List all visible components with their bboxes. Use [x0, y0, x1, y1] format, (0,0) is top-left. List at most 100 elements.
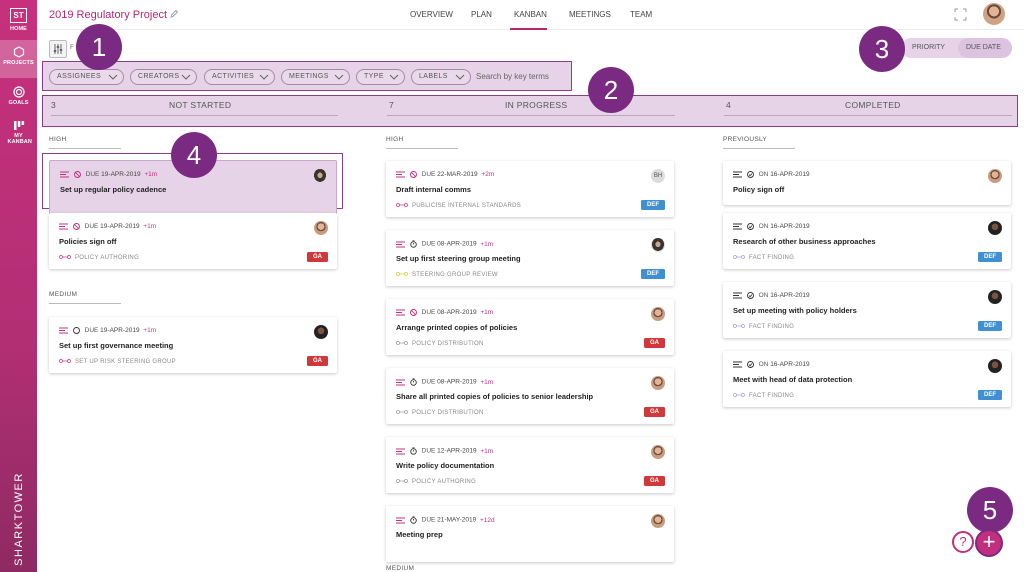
task-card[interactable]: DUE 12-APR-2019 +1m Write policy documen…: [386, 437, 674, 493]
assignee-avatar[interactable]: [651, 307, 665, 321]
group-label-medium: MEDIUM: [386, 565, 415, 572]
fullscreen-icon[interactable]: [954, 8, 967, 21]
sort-priority-option[interactable]: PRIORITY: [912, 44, 945, 51]
active-tab-indicator: [510, 28, 547, 30]
blocked-icon: [73, 171, 81, 178]
filter-toggle-button[interactable]: [49, 40, 67, 58]
priority-high-icon: [59, 327, 68, 334]
assignee-avatar[interactable]: [651, 376, 665, 390]
task-card[interactable]: DUE 08-APR-2019 +1m Set up first steerin…: [386, 230, 674, 286]
label-badge[interactable]: DEF: [978, 390, 1002, 400]
link-icon: [396, 410, 408, 415]
label-badge[interactable]: DEF: [641, 269, 665, 279]
sidebar-item-label: PROJECTS: [3, 60, 34, 66]
label-badge[interactable]: GA: [307, 252, 328, 262]
assignees-filter[interactable]: ASSIGNEES: [49, 69, 124, 85]
card-title: Share all printed copies of policies to …: [396, 392, 594, 401]
card-activity: POLICY DISTRIBUTION: [396, 410, 484, 416]
card-activity: FACT FINDING: [733, 255, 794, 261]
assignee-avatar[interactable]: [651, 445, 665, 459]
task-card[interactable]: DUE 21-MAY-2019 +12d Meeting prep: [386, 506, 674, 562]
kanban-icon: [13, 121, 24, 130]
task-card[interactable]: DUE 08-APR-2019 +1m Share all printed co…: [386, 368, 674, 424]
user-avatar[interactable]: [983, 3, 1005, 25]
sidebar-item-label: GOALS: [8, 100, 29, 106]
overdue-badge: +1m: [480, 240, 494, 248]
type-filter[interactable]: TYPE: [356, 69, 405, 85]
tab-meetings[interactable]: MEETINGS: [569, 10, 611, 19]
completed-date: 16-APR-2019: [770, 292, 810, 300]
chevron-down-icon: [455, 74, 465, 80]
sidebar-item-home[interactable]: HOME: [0, 26, 37, 32]
label-badge[interactable]: DEF: [978, 321, 1002, 331]
overdue-badge: +1m: [480, 378, 494, 386]
card-activity: POLICY DISTRIBUTION: [396, 341, 484, 347]
assignee-avatar[interactable]: [988, 290, 1002, 304]
tab-overview[interactable]: OVERVIEW: [410, 10, 453, 19]
overdue-badge: +1m: [480, 447, 494, 455]
callout-2: 2: [588, 67, 634, 113]
search-input[interactable]: Search by key terms: [476, 72, 549, 81]
add-task-button[interactable]: +: [975, 529, 1003, 557]
sort-due-date-option[interactable]: DUE DATE: [966, 44, 1001, 51]
task-card[interactable]: ON 16-APR-2019 Set up meeting with polic…: [723, 282, 1011, 338]
label-badge[interactable]: DEF: [978, 252, 1002, 262]
pencil-icon[interactable]: [169, 9, 179, 19]
link-icon: [396, 341, 408, 346]
overdue-badge: +12d: [480, 516, 495, 524]
priority-icon: [733, 361, 742, 368]
filter-label: F: [70, 44, 74, 51]
assignee-avatar[interactable]: [988, 221, 1002, 235]
meetings-filter[interactable]: MEETINGS: [281, 69, 350, 85]
label-badge[interactable]: DEF: [641, 200, 665, 210]
assignee-avatar[interactable]: [314, 325, 328, 339]
group-label-high: HIGH: [49, 136, 67, 143]
link-icon: [733, 324, 745, 329]
task-card[interactable]: ON 16-APR-2019 Meet with head of data pr…: [723, 351, 1011, 407]
task-card[interactable]: DUE 19-APR-2019 +1m Policies sign off PO…: [49, 213, 337, 269]
label-badge[interactable]: GA: [307, 356, 328, 366]
callout-1: 1: [76, 24, 122, 70]
card-title: Policy sign off: [733, 185, 785, 194]
assignee-avatar[interactable]: [988, 359, 1002, 373]
task-card[interactable]: ON 16-APR-2019 Policy sign off: [723, 161, 1011, 205]
timer-icon: [410, 378, 417, 386]
sidebar-item-my-kanban[interactable]: MY KANBAN: [0, 120, 37, 145]
creators-filter[interactable]: CREATORS: [130, 69, 197, 85]
tab-kanban[interactable]: KANBAN: [514, 10, 547, 19]
assignee-avatar[interactable]: [314, 221, 328, 235]
task-card[interactable]: DUE 08-APR-2019 +1m Arrange printed copi…: [386, 299, 674, 355]
completed-date: 16-APR-2019: [770, 171, 810, 179]
assignee-avatar[interactable]: BH: [651, 169, 665, 183]
logo[interactable]: ST: [10, 8, 27, 23]
card-title: Meeting prep: [396, 530, 443, 539]
assignee-avatar[interactable]: [988, 169, 1002, 183]
task-card[interactable]: ON 16-APR-2019 Research of other busines…: [723, 213, 1011, 269]
assignee-avatar[interactable]: [651, 238, 665, 252]
due-label: DUE: [84, 223, 99, 231]
sidebar-item-goals[interactable]: GOALS: [0, 86, 37, 106]
timer-icon: [410, 516, 417, 524]
task-card[interactable]: DUE 22-MAR-2019 +2m Draft internal comms…: [386, 161, 674, 217]
card-activity: PUBLICISE INTERNAL STANDARDS: [396, 203, 521, 209]
label-badge[interactable]: GA: [644, 338, 665, 348]
card-activity: FACT FINDING: [733, 393, 794, 399]
assignee-avatar[interactable]: [313, 169, 327, 183]
due-date: 12-APR-2019: [437, 447, 477, 455]
assignee-avatar[interactable]: [651, 514, 665, 528]
due-label: DUE: [421, 240, 436, 248]
tab-team[interactable]: TEAM: [630, 10, 652, 19]
labels-filter[interactable]: LABELS: [411, 69, 471, 85]
task-card[interactable]: DUE 19-APR-2019 +1m Set up first governa…: [49, 317, 337, 373]
sidebar-item-label: HOME: [10, 26, 27, 32]
label-badge[interactable]: GA: [644, 407, 665, 417]
tab-plan[interactable]: PLAN: [471, 10, 492, 19]
help-button[interactable]: ?: [952, 531, 974, 553]
top-bar: 2019 Regulatory Project OVERVIEW PLAN KA…: [37, 0, 1024, 30]
overdue-badge: +1m: [480, 309, 494, 317]
activities-filter[interactable]: ACTIVITIES: [204, 69, 275, 85]
due-label: DUE: [421, 309, 436, 317]
sidebar-item-projects[interactable]: PROJECTS: [0, 40, 37, 78]
link-icon: [396, 272, 408, 277]
label-badge[interactable]: GA: [644, 476, 665, 486]
